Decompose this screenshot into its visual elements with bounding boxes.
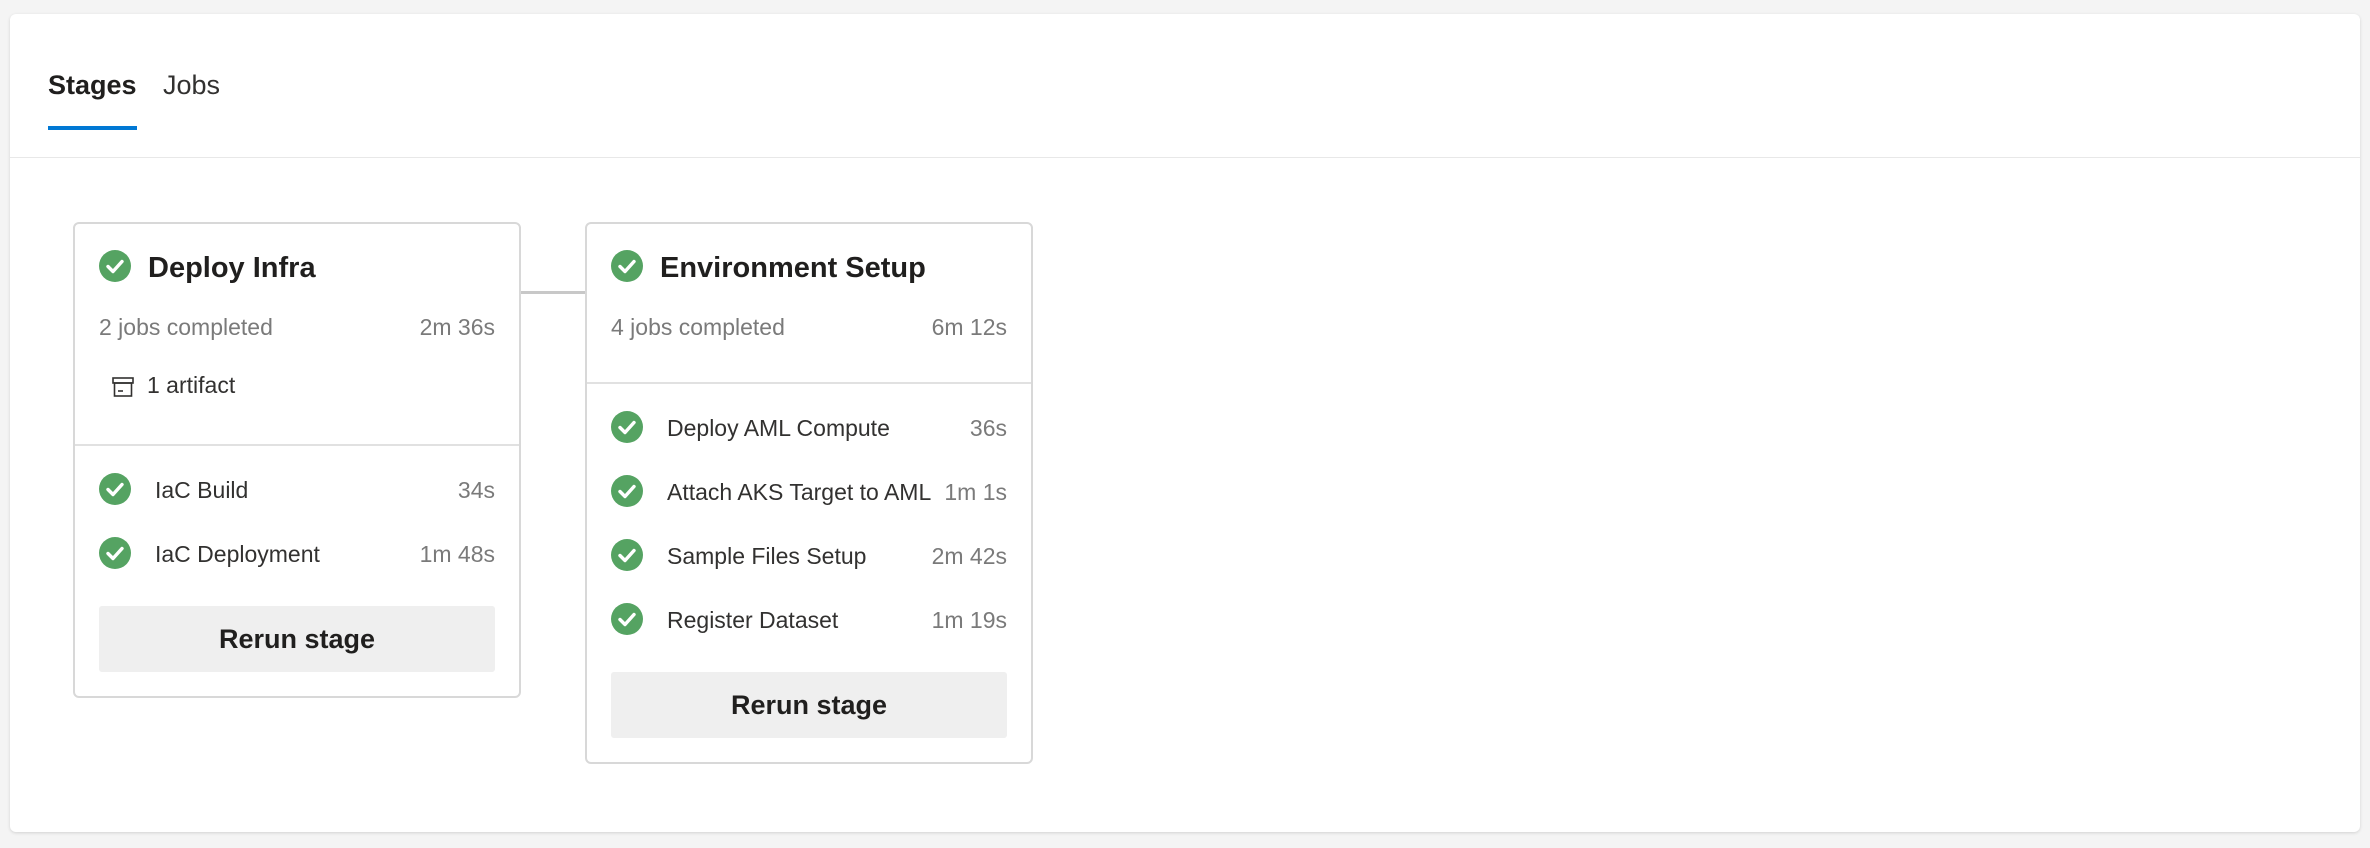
job-duration: 1m 1s (944, 479, 1007, 505)
job-name: Sample Files Setup (667, 543, 867, 569)
divider (75, 444, 519, 446)
artifact-label: 1 artifact (147, 372, 236, 398)
rerun-stage-button[interactable]: Rerun stage (611, 672, 1007, 738)
stage-title: Environment Setup (660, 252, 926, 284)
tab-jobs[interactable]: Jobs (163, 70, 220, 126)
job-name: Attach AKS Target to AML (667, 479, 932, 505)
job-duration: 1m 48s (419, 541, 495, 567)
artifact-icon (111, 375, 135, 405)
job-name: IaC Build (155, 477, 249, 503)
job-duration: 36s (969, 415, 1007, 441)
job-row[interactable]: Deploy AML Compute 36s (587, 411, 1031, 451)
success-check-icon (611, 475, 643, 507)
stage-duration: 2m 36s (419, 314, 495, 340)
success-check-icon (99, 473, 131, 505)
job-row[interactable]: Sample Files Setup 2m 42s (587, 539, 1031, 579)
stage-jobs-summary: 2 jobs completed (99, 314, 273, 340)
stage-jobs-summary: 4 jobs completed (611, 314, 785, 340)
job-row[interactable]: IaC Build 34s (75, 473, 519, 513)
job-name: IaC Deployment (155, 541, 320, 567)
job-row[interactable]: Attach AKS Target to AML 1m 1s (587, 475, 1031, 515)
stage-duration: 6m 12s (931, 314, 1007, 340)
divider (587, 382, 1031, 384)
tab-bar: Stages Jobs (10, 14, 2360, 158)
job-row[interactable]: IaC Deployment 1m 48s (75, 537, 519, 577)
stage-card-environment-setup[interactable]: Environment Setup 4 jobs completed 6m 12… (585, 222, 1033, 764)
job-duration: 34s (457, 477, 495, 503)
success-check-icon (611, 250, 643, 282)
stage-title: Deploy Infra (148, 252, 316, 284)
job-duration: 1m 19s (931, 607, 1007, 633)
stage-connector (521, 291, 585, 294)
rerun-stage-button[interactable]: Rerun stage (99, 606, 495, 672)
pipeline-run-panel: Stages Jobs Deploy Infra 2 jobs complete… (10, 14, 2360, 832)
tab-stages[interactable]: Stages (48, 70, 137, 130)
success-check-icon (611, 539, 643, 571)
success-check-icon (99, 250, 131, 282)
stage-card-deploy-infra[interactable]: Deploy Infra 2 jobs completed 2m 36s 1 a… (73, 222, 521, 698)
job-row[interactable]: Register Dataset 1m 19s (587, 603, 1031, 643)
job-name: Register Dataset (667, 607, 839, 633)
success-check-icon (99, 537, 131, 569)
success-check-icon (611, 411, 643, 443)
success-check-icon (611, 603, 643, 635)
job-name: Deploy AML Compute (667, 415, 890, 441)
job-duration: 2m 42s (931, 543, 1007, 569)
